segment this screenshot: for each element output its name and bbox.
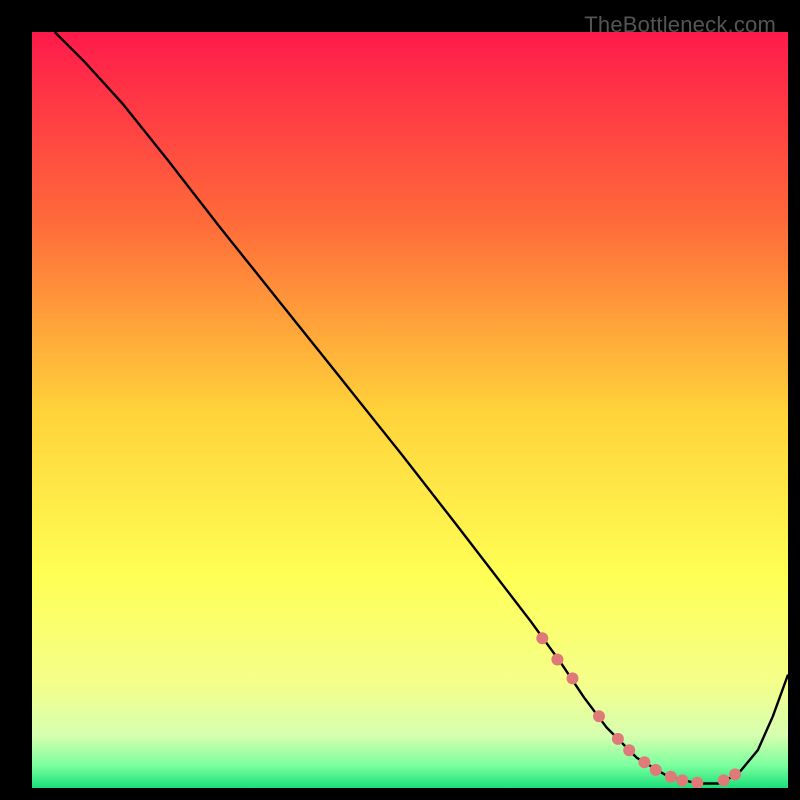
marker-dot [623,744,635,756]
marker-dot [718,774,730,786]
marker-dot [612,733,624,745]
marker-dot [593,710,605,722]
marker-dot [665,771,677,783]
gradient-background [32,32,788,788]
marker-dot [567,672,579,684]
chart-frame: TheBottleneck.com [10,10,790,790]
marker-dot [638,756,650,768]
marker-dot [536,632,548,644]
chart-plot [32,32,788,788]
marker-dot [650,764,662,776]
marker-dot [676,774,688,786]
marker-dot [729,768,741,780]
marker-dot [551,654,563,666]
